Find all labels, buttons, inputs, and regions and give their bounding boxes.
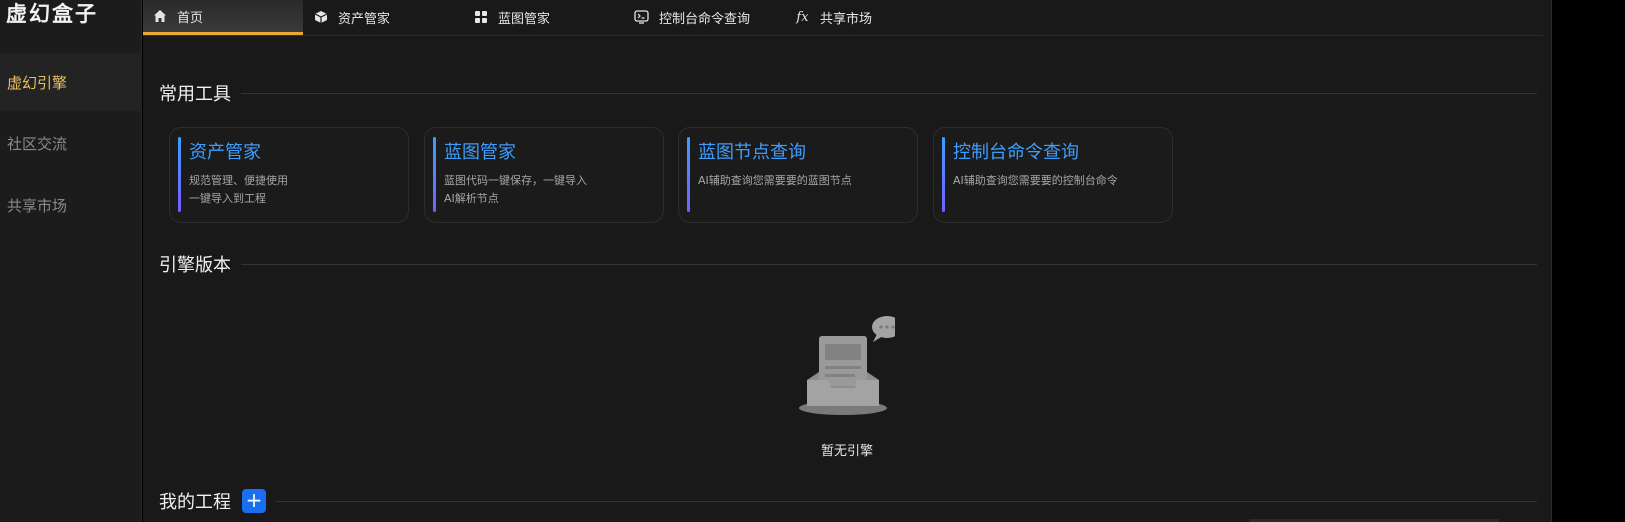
tab-asset-manager[interactable]: 资产管家 xyxy=(303,0,463,35)
sidebar-item-label: 社区交流 xyxy=(7,134,68,153)
home-icon xyxy=(152,9,167,24)
section-engine-versions: 引擎版本 xyxy=(159,252,1537,276)
card-description: AI辅助查询您需要要的蓝图节点 xyxy=(698,174,852,187)
divider xyxy=(241,92,1537,94)
card-title: 蓝图管家 xyxy=(444,142,516,163)
section-common-tools: 常用工具 xyxy=(159,81,1537,105)
app-logo: 虚幻盒子 xyxy=(6,2,98,26)
card-description: 蓝图代码一键保存，一键导入 AI解析节点 xyxy=(444,174,587,205)
card-accent-bar xyxy=(433,137,436,212)
add-project-button[interactable]: + xyxy=(242,489,266,513)
tab-label: 资产管家 xyxy=(338,12,391,27)
tab-label: 蓝图管家 xyxy=(498,12,551,27)
tab-label: 控制台命令查询 xyxy=(659,12,751,27)
empty-inbox-icon xyxy=(799,314,902,420)
tab-label: 共享市场 xyxy=(820,12,873,27)
main-panel: 首页 资产管家 蓝图管家 控制台命令查询 fx 共享市场 常用工具 资产管家 规… xyxy=(143,0,1552,522)
card-description: AI辅助查询您需要要的控制台命令 xyxy=(953,174,1118,187)
card-title: 资产管家 xyxy=(189,142,261,163)
tab-label: 首页 xyxy=(177,10,204,26)
tool-card-asset-manager[interactable]: 资产管家 规范管理、便捷使用 一键导入到工程 xyxy=(169,127,409,223)
window-edge xyxy=(1553,0,1625,522)
section-title: 常用工具 xyxy=(159,84,231,105)
tool-card-console-command-query[interactable]: 控制台命令查询 AI辅助查询您需要要的控制台命令 xyxy=(933,127,1173,223)
divider xyxy=(241,263,1537,265)
tab-home[interactable]: 首页 xyxy=(143,0,303,35)
tool-card-blueprint-manager[interactable]: 蓝图管家 蓝图代码一键保存，一键导入 AI解析节点 xyxy=(424,127,664,223)
sidebar-item-unreal-engine[interactable]: 虚幻引擎 xyxy=(0,53,142,111)
tab-blueprint-manager[interactable]: 蓝图管家 xyxy=(463,0,623,35)
divider xyxy=(276,500,1537,502)
card-accent-bar xyxy=(178,137,181,212)
empty-state-text: 暂无引擎 xyxy=(820,444,873,459)
tool-card-blueprint-node-query[interactable]: 蓝图节点查询 AI辅助查询您需要要的蓝图节点 xyxy=(678,127,918,223)
console-icon xyxy=(634,10,649,25)
fx-icon: fx xyxy=(796,10,809,25)
top-nav: 首页 资产管家 蓝图管家 控制台命令查询 fx 共享市场 xyxy=(143,0,1543,36)
section-title: 我的工程 xyxy=(159,492,231,513)
card-title: 蓝图节点查询 xyxy=(698,142,806,163)
sidebar-item-label: 虚幻引擎 xyxy=(7,73,68,92)
tab-console-command-query[interactable]: 控制台命令查询 xyxy=(623,0,783,35)
sidebar-item-market[interactable]: 共享市场 xyxy=(0,176,142,234)
sidebar-item-label: 共享市场 xyxy=(7,196,68,215)
cube-icon xyxy=(313,10,328,25)
card-accent-bar xyxy=(687,137,690,212)
tab-shared-market[interactable]: fx 共享市场 xyxy=(783,0,943,35)
sidebar-item-community[interactable]: 社区交流 xyxy=(0,114,142,172)
card-title: 控制台命令查询 xyxy=(953,142,1079,163)
grid-icon xyxy=(473,10,488,25)
section-title: 引擎版本 xyxy=(159,255,231,276)
card-description: 规范管理、便捷使用 一键导入到工程 xyxy=(189,174,288,205)
sidebar: 虚幻盒子 虚幻引擎 社区交流 共享市场 xyxy=(0,0,142,522)
section-my-projects: 我的工程 + xyxy=(159,489,1537,513)
card-accent-bar xyxy=(942,137,945,212)
